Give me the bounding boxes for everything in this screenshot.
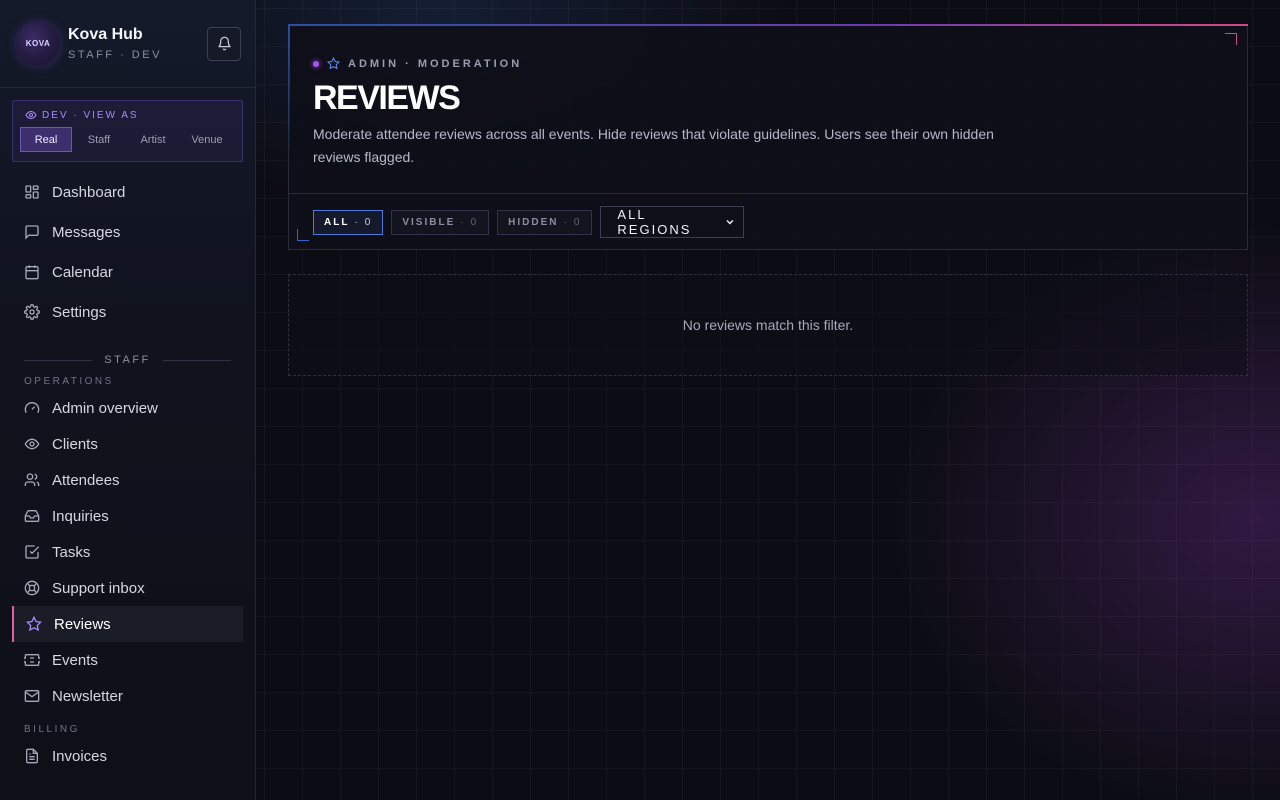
empty-state-text: No reviews match this filter. bbox=[682, 317, 854, 333]
users-icon bbox=[24, 473, 40, 486]
view-as-tab-artist[interactable]: Artist bbox=[126, 127, 180, 152]
sidebar-item-attendees[interactable]: Attendees bbox=[0, 462, 255, 498]
operations-nav: Admin overview Clients Attendees Inquiri… bbox=[0, 390, 255, 714]
page-header-card: ADMIN · MODERATION REVIEWS Moderate atte… bbox=[288, 24, 1248, 250]
sidebar-item-clients[interactable]: Clients bbox=[0, 426, 255, 462]
sidebar-item-tasks[interactable]: Tasks bbox=[0, 534, 255, 570]
sidebar-item-admin-overview[interactable]: Admin overview bbox=[0, 390, 255, 426]
filter-chip-label: VISIBLE bbox=[402, 216, 456, 228]
mail-icon bbox=[24, 690, 40, 702]
sidebar-item-settings[interactable]: Settings bbox=[0, 292, 255, 332]
filter-chip-label: HIDDEN bbox=[508, 216, 559, 228]
view-as-tabs: Real Staff Artist Venue bbox=[20, 127, 235, 152]
sidebar-item-label: Dashboard bbox=[52, 183, 126, 201]
sidebar-item-messages[interactable]: Messages bbox=[0, 212, 255, 252]
document-icon bbox=[26, 748, 38, 764]
sidebar-item-label: Invoices bbox=[52, 747, 108, 765]
sidebar-item-label: Support inbox bbox=[52, 579, 145, 597]
brand-text: Kova Hub STAFF · DEV bbox=[68, 26, 207, 61]
notifications-button[interactable] bbox=[207, 26, 241, 61]
inbox-icon bbox=[24, 510, 40, 522]
sidebar-item-invoices[interactable]: Invoices bbox=[0, 738, 255, 774]
page-eyebrow: ADMIN · MODERATION bbox=[313, 57, 522, 70]
primary-nav: Dashboard Messages Calendar Settings bbox=[0, 172, 255, 332]
sidebar-item-newsletter[interactable]: Newsletter bbox=[0, 678, 255, 714]
app-root: KOVA Kova Hub STAFF · DEV DEV · VIEW AS … bbox=[0, 0, 1280, 800]
sidebar-item-label: Tasks bbox=[52, 543, 91, 561]
section-label-billing: BILLING bbox=[24, 724, 80, 735]
filter-chip-count: 0 bbox=[364, 216, 373, 228]
lifebuoy-icon bbox=[24, 580, 40, 596]
sidebar-item-label: Reviews bbox=[54, 615, 111, 633]
filter-chip-all[interactable]: ALL · 0 bbox=[313, 209, 384, 235]
sidebar-item-label: Attendees bbox=[52, 471, 120, 489]
sidebar-item-label: Events bbox=[52, 651, 98, 669]
region-select[interactable]: ALL REGIONS bbox=[600, 206, 745, 238]
view-as-label: DEV · VIEW AS bbox=[20, 109, 235, 121]
filter-chip-count: 0 bbox=[470, 216, 479, 228]
divider-line bbox=[24, 359, 93, 361]
brand-name: Kova Hub bbox=[68, 26, 143, 43]
brand-logo-text: KOVA bbox=[25, 39, 51, 48]
sidebar-item-calendar[interactable]: Calendar bbox=[0, 252, 255, 292]
status-dot bbox=[313, 60, 319, 67]
corner-bracket-top-right bbox=[1225, 33, 1237, 45]
filter-chip-visible[interactable]: VISIBLE · 0 bbox=[391, 209, 490, 235]
sidebar-item-label: Settings bbox=[52, 303, 107, 321]
view-as-tab-venue[interactable]: Venue bbox=[180, 127, 234, 152]
chevron-down-icon bbox=[726, 220, 733, 225]
brand-logo[interactable]: KOVA bbox=[16, 21, 60, 66]
sidebar-item-label: Clients bbox=[52, 435, 98, 453]
filter-chip-count-sep: · bbox=[354, 216, 360, 228]
sidebar-item-support-inbox[interactable]: Support inbox bbox=[0, 570, 255, 606]
sidebar-item-label: Newsletter bbox=[52, 687, 123, 705]
sidebar-item-label: Inquiries bbox=[52, 507, 109, 525]
header-accent-line-left bbox=[288, 24, 290, 159]
billing-nav: Invoices bbox=[0, 738, 255, 774]
eye-icon bbox=[24, 438, 40, 450]
view-as-tab-real[interactable]: Real bbox=[20, 127, 72, 152]
empty-state: No reviews match this filter. bbox=[288, 274, 1248, 376]
view-as-panel: DEV · VIEW AS Real Staff Artist Venue bbox=[12, 100, 243, 162]
sidebar-item-label: Admin overview bbox=[52, 399, 158, 417]
page-title: REVIEWS bbox=[313, 79, 461, 117]
filter-chip-count-sep: · bbox=[563, 216, 569, 228]
filter-bar: ALL · 0 VISIBLE · 0 HIDDEN · 0 ALL REGIO… bbox=[289, 193, 1247, 250]
sidebar-item-inquiries[interactable]: Inquiries bbox=[0, 498, 255, 534]
main-content: ADMIN · MODERATION REVIEWS Moderate atte… bbox=[256, 0, 1280, 800]
ticket-icon bbox=[24, 654, 40, 666]
brand-header: KOVA Kova Hub STAFF · DEV bbox=[0, 0, 255, 88]
star-icon bbox=[327, 57, 340, 70]
gauge-icon bbox=[24, 402, 40, 413]
filter-chip-count: 0 bbox=[573, 216, 582, 228]
brand-subtitle: STAFF · DEV bbox=[68, 49, 162, 61]
sidebar: KOVA Kova Hub STAFF · DEV DEV · VIEW AS … bbox=[0, 0, 256, 800]
sidebar-item-label: Calendar bbox=[52, 263, 113, 281]
star-icon bbox=[26, 616, 42, 632]
sidebar-item-dashboard[interactable]: Dashboard bbox=[0, 172, 255, 212]
page-description: Moderate attendee reviews across all eve… bbox=[313, 126, 994, 165]
message-icon bbox=[25, 225, 39, 240]
sidebar-item-reviews[interactable]: Reviews bbox=[12, 606, 243, 642]
view-as-label-text: DEV · VIEW AS bbox=[42, 109, 139, 121]
checkbox-icon bbox=[25, 545, 40, 559]
sidebar-item-events[interactable]: Events bbox=[0, 642, 255, 678]
region-select-value: ALL REGIONS bbox=[617, 207, 692, 237]
view-as-tab-staff[interactable]: Staff bbox=[72, 127, 126, 152]
filter-chip-count-sep: · bbox=[460, 216, 466, 228]
sidebar-item-label: Messages bbox=[52, 223, 121, 241]
page-eyebrow-text: ADMIN · MODERATION bbox=[348, 57, 523, 70]
eye-icon bbox=[25, 110, 37, 120]
calendar-icon bbox=[25, 265, 39, 280]
staff-divider: STAFF bbox=[24, 352, 232, 368]
section-label-operations: OPERATIONS bbox=[24, 376, 114, 387]
filter-chip-hidden[interactable]: HIDDEN · 0 bbox=[497, 209, 593, 235]
filter-chip-label: ALL bbox=[324, 216, 350, 228]
staff-divider-label: STAFF bbox=[104, 354, 151, 366]
gear-icon bbox=[24, 304, 40, 320]
divider-line bbox=[162, 359, 232, 361]
bell-icon bbox=[217, 36, 231, 51]
header-accent-line bbox=[288, 24, 1248, 26]
dashboard-icon bbox=[25, 185, 39, 199]
